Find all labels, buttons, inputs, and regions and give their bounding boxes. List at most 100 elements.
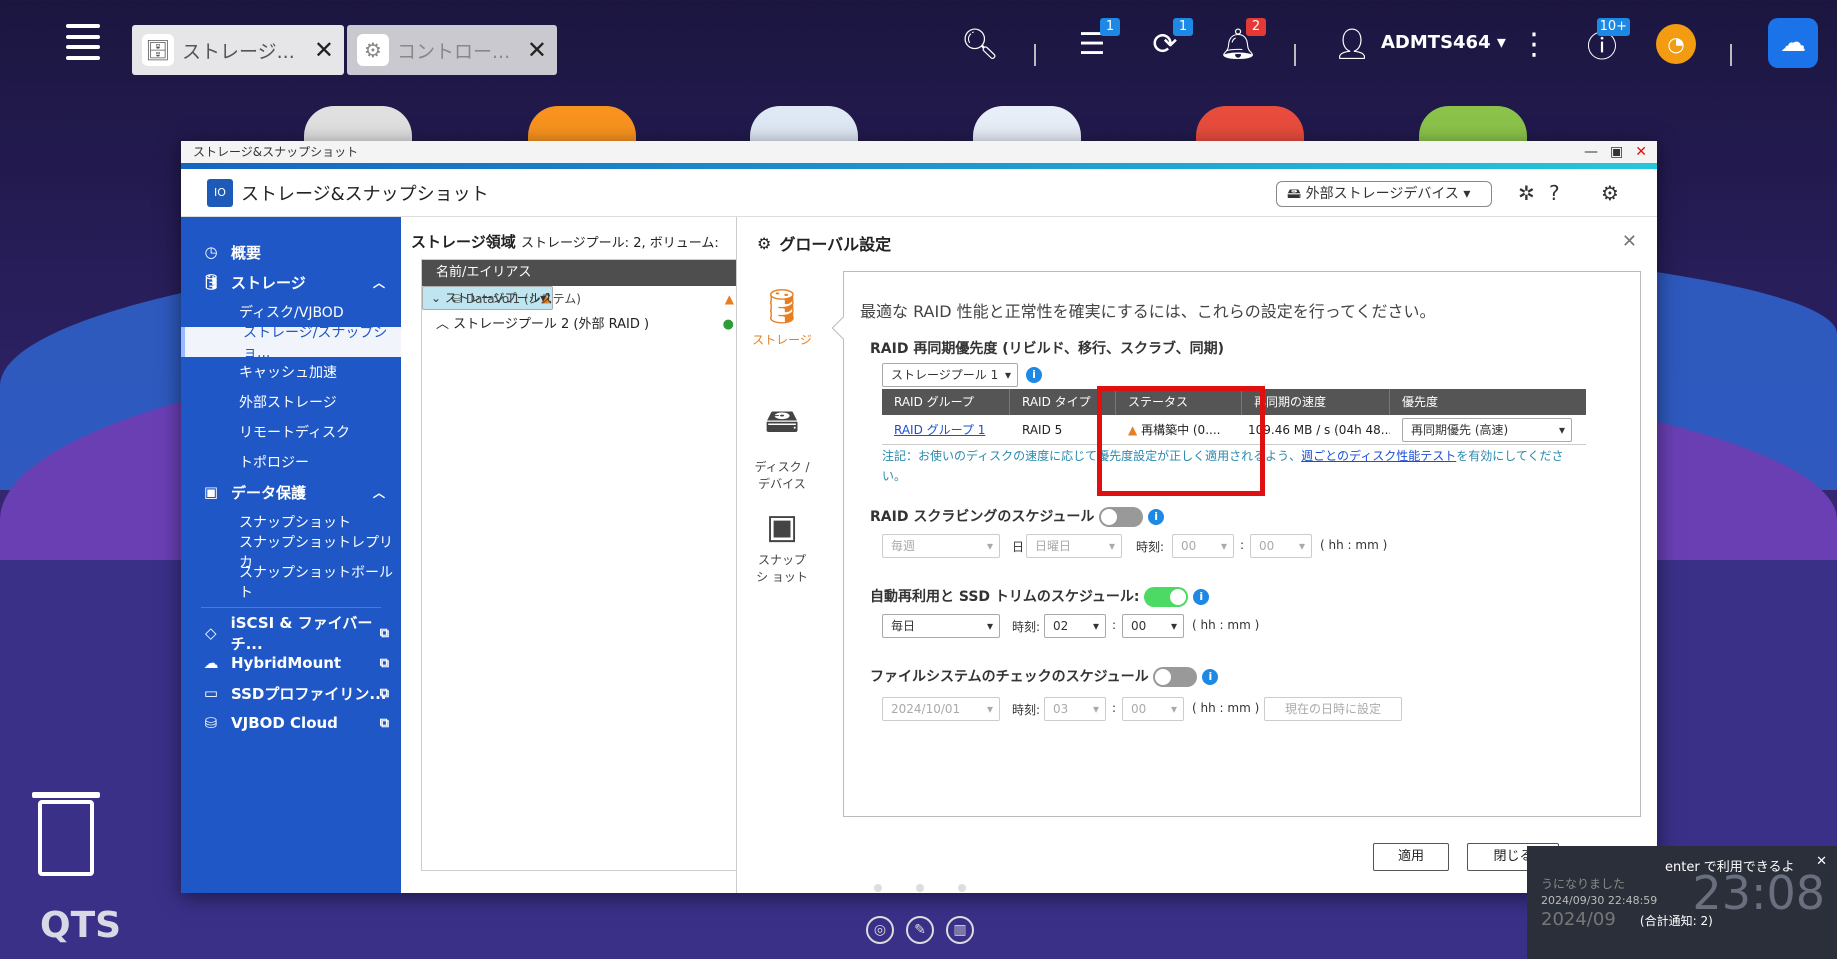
qts-logo: QTS (40, 905, 122, 946)
column-header: RAID グループ (882, 389, 1010, 415)
fscheck-hour-select[interactable]: 03 (1044, 697, 1106, 721)
book-icon[interactable]: ▥ (946, 916, 974, 944)
update-icon[interactable]: ⓘ 10+ (1582, 18, 1630, 65)
pool-select[interactable]: ストレージプール 1 (882, 363, 1018, 387)
cloud-disk-icon: ⛁ (204, 714, 218, 732)
maximize-icon[interactable]: ▣ (1610, 141, 1623, 163)
page-dot[interactable] (958, 884, 966, 892)
sidebar-item-ssd[interactable]: ▭ SSDプロファイリン... ⧉ (181, 678, 401, 708)
priority-select[interactable]: 再同期優先 (高速) (1402, 418, 1572, 442)
camera-icon: ▣ (203, 483, 219, 501)
settings-nav: 🛢︎ ストレージ 🖴 ディスク / デバイス ▣ スナップシ ョット (737, 287, 827, 617)
scrub-freq-select[interactable]: 毎週 (882, 534, 1000, 558)
trim-freq-select[interactable]: 毎日 (882, 614, 1000, 638)
minimize-icon[interactable]: — (1584, 141, 1598, 163)
search-icon[interactable]: 🔍︎ (960, 24, 1000, 64)
raid-group-link[interactable]: RAID グループ 1 (894, 423, 985, 437)
app-header: IO ストレージ&スナップショット 🖴 外部ストレージデバイス ▾ ✲ ? ⚙ (181, 169, 1657, 217)
chevron-up-icon: ︿ (372, 275, 385, 290)
nav-disk[interactable]: 🖴 ディスク / デバイス (737, 397, 827, 507)
sidebar-item-hybridmount[interactable]: ☁ HybridMount ⧉ (181, 648, 401, 678)
user-icon[interactable]: 👤︎ (1332, 24, 1372, 64)
resync-heading: RAID 再同期優先度 (リビルド、移行、スクラブ、同期) (870, 341, 1225, 357)
close-icon[interactable]: ✕ (1635, 141, 1647, 163)
table-row[interactable]: ︿ ストレージプール 2 (外部 RAID ) ● (422, 312, 736, 338)
gear-icon: ⚙ (357, 34, 389, 66)
nav-storage[interactable]: 🛢︎ ストレージ (737, 287, 827, 397)
app-title: ストレージ&スナップショット (241, 183, 489, 205)
sidebar-item-topology[interactable]: トポロジー (181, 447, 401, 477)
window-titlebar[interactable]: ストレージ&スナップショット — ▣ ✕ (181, 141, 1657, 163)
nav-snapshot[interactable]: ▣ スナップシ ョット (737, 507, 827, 617)
backup-icon[interactable]: ⟳ 1 (1145, 18, 1193, 64)
tools-icon[interactable]: ✎ (906, 916, 934, 944)
trash-icon[interactable] (32, 792, 100, 876)
disk-test-link[interactable]: 週ごとのディスク性能テスト (1301, 449, 1456, 463)
sidebar-item-external[interactable]: 外部ストレージ (181, 387, 401, 417)
cloud-icon: ☁ (203, 654, 219, 672)
user-menu[interactable]: ADMTS464 ▾ (1381, 32, 1506, 53)
camera-icon: ▣ (765, 507, 799, 547)
close-icon[interactable]: ✕ (527, 36, 547, 64)
set-now-button[interactable]: 現在の日時に設定 (1264, 697, 1402, 721)
sidebar-item-vault[interactable]: スナップショットボールト (181, 565, 401, 601)
global-settings-dialog: ⚙ グローバル設定 ✕ 🛢︎ ストレージ 🖴 ディスク / デバイス ▣ スナップシ ョ… (737, 217, 1657, 893)
dashboard-icon[interactable]: ◔ (1656, 24, 1696, 64)
sidebar-item-storage[interactable]: 🛢︎ ストレージ ︿ (181, 267, 401, 297)
sidebar-item-overview[interactable]: ◷ 概要 (181, 237, 401, 267)
gauge-icon: ◷ (204, 243, 218, 261)
trim-heading: 自動再利用と SSD トリムのスケジュール: i (870, 586, 1210, 607)
storage-table: 名前/エイリアス ⌄ ストレージプール 1▲ ⛁ DataVol1 (システム)… (421, 259, 737, 871)
scrub-min-select[interactable]: 00 (1250, 534, 1312, 558)
cloud-icon[interactable]: ☁ (1768, 18, 1818, 68)
scrub-toggle[interactable] (1099, 507, 1144, 527)
notification-toast[interactable]: ✕ 23:08 enter で利用できるよ うになりました 2024/09/30… (1527, 846, 1837, 959)
desktop-topbar: 🗄 ストレージ... ✕ ⚙ コントロー... ✕ 🔍︎ ☰ 1 ⟳ 1 🔔︎ 2 👤… (0, 0, 1837, 90)
scrub-day-select[interactable]: 日曜日 (1026, 534, 1122, 558)
sidebar-item-remote[interactable]: リモートディスク (181, 417, 401, 447)
fscheck-heading: ファイルシステムのチェックのスケジュール i (870, 666, 1219, 687)
bell-icon[interactable]: 🔔︎ 2 (1218, 18, 1266, 64)
external-link-icon: ⧉ (379, 685, 389, 701)
tasks-icon[interactable]: ☰ 1 (1072, 18, 1120, 64)
fscheck-min-select[interactable]: 00 (1122, 697, 1184, 721)
info-icon[interactable]: i (1148, 509, 1165, 525)
trim-hour-select[interactable]: 02 (1044, 614, 1106, 638)
help-icon[interactable]: ? (1549, 181, 1560, 205)
close-icon[interactable]: ✕ (1622, 231, 1637, 252)
sidebar-item-cache[interactable]: キャッシュ加速 (181, 357, 401, 387)
info-icon[interactable]: i (1026, 367, 1042, 383)
fscheck-toggle[interactable] (1153, 667, 1198, 687)
taskbar-tab-control[interactable]: ⚙ コントロー... ✕ (347, 25, 557, 75)
more-icon[interactable]: ⋮ (1514, 24, 1554, 64)
table-row[interactable]: ⛁ DataVol1 (システム) ▲ (422, 286, 736, 312)
settings-panel: 最適な RAID 性能と正常性を確実にするには、これらの設定を行ってください。 … (831, 271, 1641, 817)
scrub-hour-select[interactable]: 00 (1172, 534, 1234, 558)
settings-gear-icon[interactable]: ⚙ (1601, 181, 1619, 205)
debug-icon[interactable]: ✲ (1518, 181, 1535, 205)
trim-min-select[interactable]: 00 (1122, 614, 1184, 638)
menu-icon[interactable] (66, 24, 100, 60)
storage-window: ストレージ&スナップショット — ▣ ✕ IO ストレージ&スナップショット 🖴… (181, 141, 1657, 893)
sidebar-item-vjbod-cloud[interactable]: ⛁ VJBOD Cloud ⧉ (181, 708, 401, 738)
external-link-icon: ⧉ (379, 655, 389, 671)
page-dot[interactable] (874, 884, 882, 892)
close-icon[interactable]: ✕ (314, 36, 334, 64)
external-device-select[interactable]: 🖴 外部ストレージデバイス ▾ (1276, 181, 1492, 207)
sidebar-item-storage-snapshot[interactable]: ストレージ/スナップショ... (181, 325, 401, 361)
trim-toggle[interactable] (1144, 587, 1189, 607)
sidebar-item-protection[interactable]: ▣ データ保護 ︿ (181, 477, 401, 507)
column-header[interactable]: 名前/エイリアス (422, 260, 736, 286)
page-dot[interactable] (916, 884, 924, 892)
dialog-title: グローバル設定 (779, 235, 892, 254)
apply-button[interactable]: 適用 (1373, 843, 1449, 871)
info-icon[interactable]: i (1193, 589, 1210, 605)
warning-icon: ▲ (724, 292, 734, 306)
info-icon[interactable]: i (1202, 669, 1219, 685)
taskbar-tab-storage[interactable]: 🗄 ストレージ... ✕ (132, 25, 344, 75)
storage-icon: IO (207, 178, 233, 207)
sidebar-item-iscsi[interactable]: ◇ iSCSI & ファイバーチ... ⧉ (181, 614, 401, 653)
fscheck-date-input[interactable]: 2024/10/01 (882, 697, 1000, 721)
divider (1730, 44, 1732, 66)
qsync-icon[interactable]: ◎ (866, 916, 894, 944)
